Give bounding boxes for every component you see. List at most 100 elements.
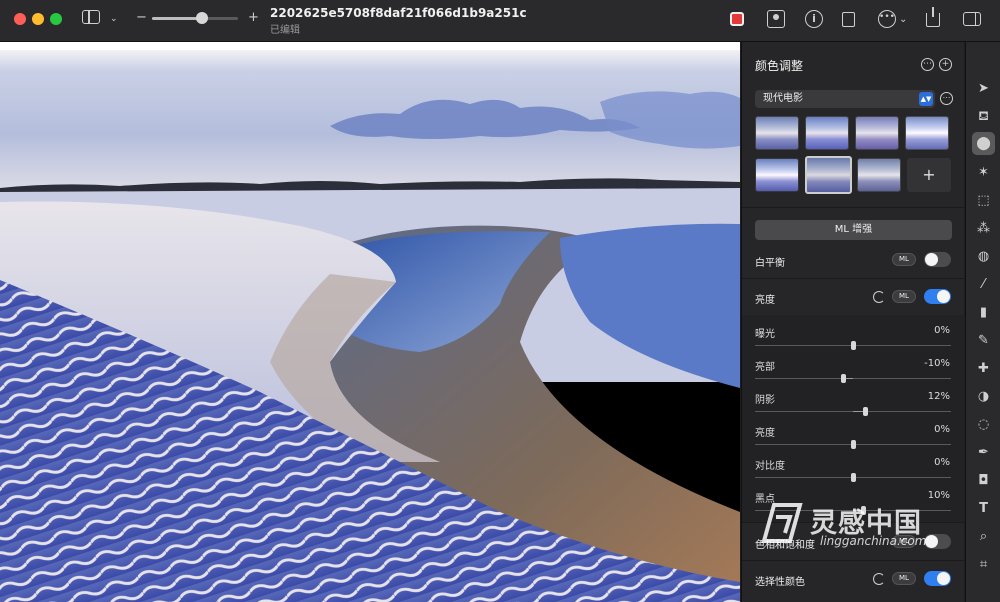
- slider-value: 0%: [934, 457, 950, 468]
- paint-bucket-icon[interactable]: ⛾: [975, 108, 992, 125]
- lightness-reset-icon[interactable]: [873, 291, 885, 303]
- lightness-ml-button[interactable]: ML: [892, 290, 916, 303]
- zoom-slider-knob[interactable]: [195, 12, 208, 24]
- divider: [742, 560, 965, 561]
- preset-select[interactable]: 现代电影 ▲▼: [755, 90, 935, 108]
- magic-star-icon[interactable]: ✶: [975, 164, 992, 181]
- preset-thumbnail[interactable]: [755, 116, 799, 150]
- hue-saturation-ml-button[interactable]: ML: [892, 535, 916, 548]
- preset-thumbnail[interactable]: [855, 116, 899, 150]
- preset-stepper-icon[interactable]: ▲▼: [919, 92, 933, 106]
- share-icon[interactable]: [926, 7, 940, 27]
- shapes-icon[interactable]: ◘: [975, 472, 992, 489]
- pencil-icon[interactable]: ✎: [975, 332, 992, 349]
- toggle-knob: [925, 253, 938, 266]
- slider-knob[interactable]: [860, 506, 866, 515]
- crop-icon[interactable]: ⌗: [975, 556, 992, 573]
- blur-icon[interactable]: ◌: [975, 416, 992, 433]
- preset-more-icon[interactable]: ⋯: [940, 92, 953, 105]
- portrait-icon[interactable]: [767, 10, 785, 28]
- selective-color-label: 选择性颜色: [755, 577, 805, 588]
- ml-enhance-button[interactable]: ML 增强: [755, 220, 952, 240]
- clone-icon[interactable]: ◑: [975, 388, 992, 405]
- color-adjust-icon[interactable]: ⬤: [972, 132, 995, 155]
- info-icon[interactable]: i: [805, 10, 823, 28]
- slider-knob[interactable]: [841, 374, 847, 383]
- inspector-icon[interactable]: [963, 12, 981, 26]
- color-adjust-panel: 颜色调整 ⋯ + 现代电影 ▲▼ ⋯ + ML 增强 白平衡 ML 亮度 ML …: [741, 42, 965, 602]
- hue-saturation-label: 色相和饱和度: [755, 540, 815, 551]
- slider-track[interactable]: [755, 506, 951, 515]
- slider-label: 阴影: [755, 395, 775, 406]
- divider: [742, 278, 965, 279]
- marquee-icon[interactable]: ⬚: [975, 192, 992, 209]
- preset-select-value: 现代电影: [763, 93, 803, 104]
- image-canvas[interactable]: [0, 42, 740, 602]
- document-status: 已编辑: [270, 25, 300, 36]
- slider-track[interactable]: [755, 473, 951, 482]
- preset-thumbnail-selected[interactable]: [805, 156, 852, 194]
- bandage-icon[interactable]: ✚: [975, 360, 992, 377]
- rotate-icon[interactable]: [842, 12, 855, 27]
- slider-value: 10%: [927, 490, 950, 501]
- slider-label: 对比度: [755, 461, 785, 472]
- slider-value: 12%: [927, 391, 950, 402]
- slider-knob[interactable]: [862, 407, 868, 416]
- brush-select-icon[interactable]: ◍: [975, 248, 992, 265]
- slider-knob[interactable]: [851, 440, 856, 449]
- chevron-down-icon[interactable]: ⌄: [110, 10, 118, 28]
- slider-value: 0%: [934, 424, 950, 435]
- slider-track[interactable]: [755, 374, 951, 383]
- toggle-knob: [925, 535, 938, 548]
- slider-knob[interactable]: [851, 341, 856, 350]
- sidebar-icon[interactable]: [82, 10, 100, 24]
- slider-knob[interactable]: [851, 473, 856, 482]
- preset-thumbnail[interactable]: [805, 116, 849, 150]
- zoom-in-button[interactable]: +: [248, 9, 259, 27]
- zoom-out-button[interactable]: −: [136, 9, 147, 27]
- zoom-slider[interactable]: [152, 12, 238, 24]
- selective-color-toggle[interactable]: [924, 571, 951, 586]
- fullscreen-window-button[interactable]: [50, 13, 62, 25]
- divider: [742, 522, 965, 523]
- slider-label: 亮部: [755, 362, 775, 373]
- slider-track[interactable]: [755, 341, 951, 350]
- eraser-icon[interactable]: ▮: [975, 304, 992, 321]
- panel-add-icon[interactable]: +: [939, 58, 952, 71]
- tool-bar: ➤ ⛾ ⬤ ✶ ⬚ ⁂ ◍ ⁄ ▮ ✎ ✚ ◑ ◌ ✒ ◘ T ⌕ ⌗: [965, 42, 1000, 602]
- panel-more-icon[interactable]: ⋯: [921, 58, 934, 71]
- toggle-knob: [937, 572, 950, 585]
- divider: [742, 207, 965, 208]
- white-balance-ml-button[interactable]: ML: [892, 253, 916, 266]
- photo: [0, 42, 740, 602]
- toggle-knob: [937, 290, 950, 303]
- minimize-window-button[interactable]: [32, 13, 44, 25]
- more-chevron-icon[interactable]: ⌄: [899, 11, 907, 29]
- pen-icon[interactable]: ✒: [975, 444, 992, 461]
- paintbrush-icon[interactable]: ⁄: [975, 276, 992, 293]
- lightness-label: 亮度: [755, 295, 775, 306]
- white-balance-label: 白平衡: [755, 258, 785, 269]
- selective-color-ml-button[interactable]: ML: [892, 572, 916, 585]
- text-icon[interactable]: T: [975, 500, 992, 517]
- slider-label: 亮度: [755, 428, 775, 439]
- preset-thumbnail[interactable]: [755, 158, 799, 192]
- selective-color-reset-icon[interactable]: [873, 573, 885, 585]
- magnify-icon[interactable]: ⌕: [975, 528, 992, 545]
- document-title: 2202625e5708f8daf21f066d1b9a251c: [270, 6, 527, 20]
- preset-thumbnail[interactable]: [857, 158, 901, 192]
- preset-thumbnail[interactable]: [905, 116, 949, 150]
- slider-label: 曝光: [755, 329, 775, 340]
- slider-label: 黑点: [755, 494, 775, 505]
- lightness-toggle[interactable]: [924, 289, 951, 304]
- magic-wand-icon[interactable]: ⁂: [975, 220, 992, 237]
- color-badge-icon[interactable]: [730, 12, 744, 26]
- arrow-icon[interactable]: ➤: [975, 80, 992, 97]
- hue-saturation-toggle[interactable]: [924, 534, 951, 549]
- slider-track[interactable]: [755, 440, 951, 449]
- white-balance-toggle[interactable]: [924, 252, 951, 267]
- more-icon[interactable]: •••: [878, 10, 896, 28]
- add-preset-button[interactable]: +: [907, 158, 951, 192]
- close-window-button[interactable]: [14, 13, 26, 25]
- slider-track[interactable]: [755, 407, 951, 416]
